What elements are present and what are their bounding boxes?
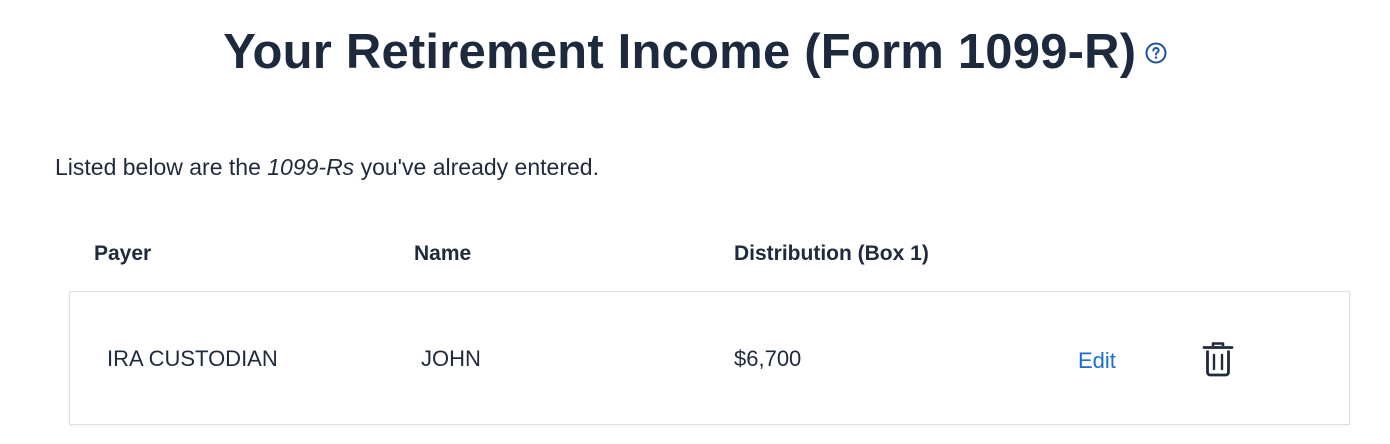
distribution-cell: $6,700	[734, 346, 802, 371]
intro-emphasis: 1099-Rs	[267, 154, 355, 180]
intro-text: Listed below are the 1099-Rs you've alre…	[55, 154, 599, 181]
edit-link[interactable]: Edit	[1078, 348, 1116, 374]
page-title: Your Retirement Income (Form 1099-R)	[223, 25, 1137, 79]
payer-cell: IRA CUSTODIAN	[107, 346, 278, 371]
name-cell: JOHN	[421, 346, 481, 371]
intro-suffix: you've already entered.	[354, 154, 599, 180]
form-1099r-card: IRA CUSTODIAN JOHN $6,700 Edit	[69, 291, 1350, 425]
help-icon[interactable]	[1145, 42, 1167, 64]
column-header-payer: Payer	[94, 242, 152, 265]
trash-icon[interactable]	[1202, 341, 1234, 377]
column-header-distribution: Distribution (Box 1)	[734, 242, 929, 265]
column-header-name: Name	[414, 242, 472, 265]
intro-prefix: Listed below are the	[55, 154, 268, 180]
title-row: Your Retirement Income (Form 1099-R)	[0, 24, 1390, 80]
